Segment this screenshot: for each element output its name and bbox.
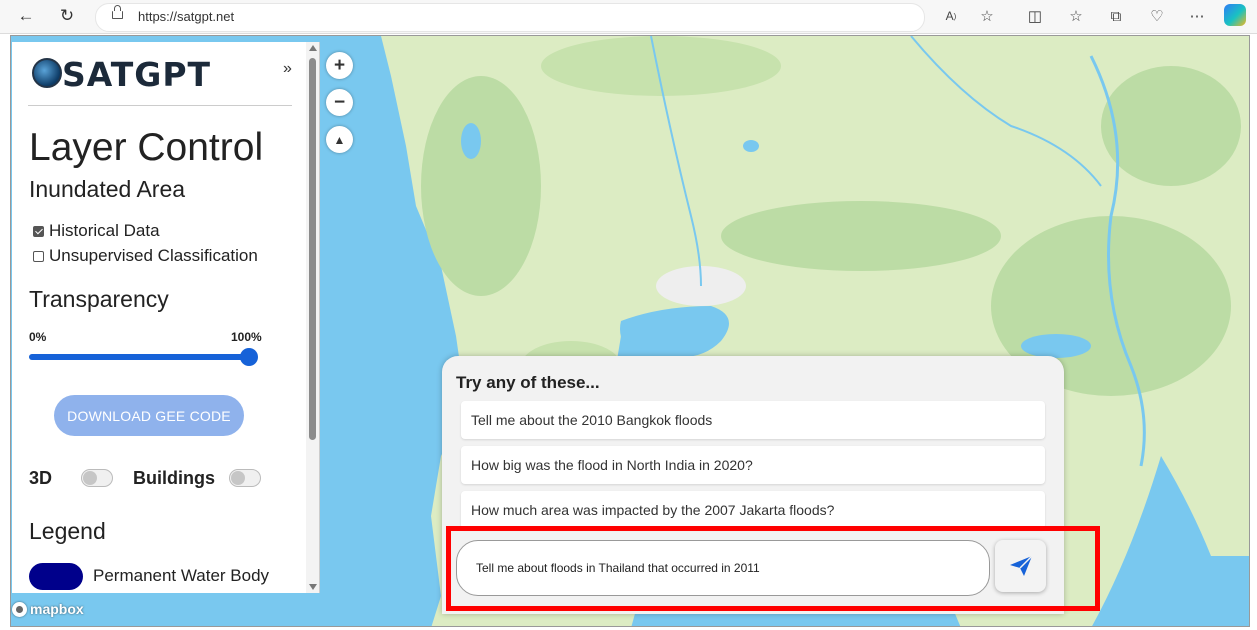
scroll-up-arrow-icon[interactable]	[309, 45, 317, 51]
mapbox-label: mapbox	[30, 601, 84, 617]
browser-essentials-icon[interactable]: ♡	[1146, 6, 1168, 26]
section-legend: Legend	[29, 518, 106, 544]
legend-swatch-permanent-water	[29, 563, 83, 590]
suggestion-item[interactable]: Tell me about the 2010 Bangkok floods	[461, 401, 1045, 439]
browser-toolbar: ← ↻ https://satgpt.net A) ☆ ◫ ☆ ⧉ ♡ ⋯	[0, 0, 1257, 34]
forest-north-east	[1101, 66, 1241, 186]
toggle-knob	[231, 471, 245, 485]
suggestion-item[interactable]: How big was the flood in North India in …	[461, 446, 1045, 484]
slider-thumb[interactable]	[240, 348, 258, 366]
more-icon[interactable]: ⋯	[1186, 6, 1208, 26]
favorites-icon[interactable]: ☆	[1065, 6, 1087, 26]
copilot-icon[interactable]	[1224, 4, 1246, 26]
scroll-down-arrow-icon[interactable]	[309, 584, 317, 590]
checkbox-unchecked-icon[interactable]	[33, 250, 44, 262]
address-bar[interactable]: https://satgpt.net	[95, 3, 925, 32]
checkbox-historical-data[interactable]: Historical Data	[33, 221, 160, 241]
read-aloud-icon[interactable]: A)	[940, 6, 962, 26]
south-china-sea	[1092, 456, 1249, 626]
collapse-panel-button[interactable]: »	[283, 60, 292, 78]
legend-label: Permanent Water Body	[93, 566, 270, 585]
forest-center	[721, 201, 1001, 271]
zoom-out-button[interactable]: −	[326, 89, 353, 116]
lock-icon[interactable]	[112, 5, 123, 19]
back-arrow-icon[interactable]: ←	[14, 5, 38, 27]
scroll-thumb[interactable]	[309, 58, 316, 440]
toggle-knob	[83, 471, 97, 485]
zoom-in-button[interactable]: +	[326, 52, 353, 79]
url-text: https://satgpt.net	[138, 9, 235, 24]
river-north	[910, 36, 1102, 187]
tonle-sap-lake	[1021, 334, 1091, 358]
refresh-icon[interactable]: ↻	[55, 5, 79, 27]
compass-icon[interactable]: ▲	[326, 126, 353, 153]
checkbox-checked-icon[interactable]	[33, 225, 44, 237]
lake-1	[461, 123, 481, 159]
toggle-3d-label: 3D	[29, 468, 53, 488]
mapbox-attribution[interactable]: mapbox	[12, 601, 84, 617]
panel-title: Layer Control	[29, 126, 264, 169]
panel-scrollbar[interactable]	[306, 42, 319, 593]
satgpt-logo: SATGPT	[32, 55, 292, 94]
transparency-slider[interactable]	[29, 348, 258, 366]
layer-control-panel: SATGPT » Layer Control Inundated Area Hi…	[12, 42, 320, 593]
input-highlight-box	[446, 526, 1100, 611]
checkbox-label: Historical Data	[49, 221, 160, 240]
section-inundated-area: Inundated Area	[29, 176, 186, 202]
suggestions-heading: Try any of these...	[456, 373, 600, 392]
slider-max-label: 100%	[231, 330, 262, 344]
split-screen-icon[interactable]: ◫	[1024, 6, 1046, 26]
slider-fill	[29, 354, 249, 360]
toggle-buildings-label: Buildings	[133, 468, 215, 488]
mapbox-logo-icon	[12, 601, 27, 617]
checkbox-label: Unsupervised Classification	[49, 246, 258, 265]
divider	[28, 105, 292, 106]
download-gee-code-button[interactable]: DOWNLOAD GEE CODE	[54, 395, 244, 436]
globe-logo-icon	[32, 58, 62, 88]
collections-icon[interactable]: ⧉	[1105, 6, 1127, 26]
slider-min-label: 0%	[29, 330, 47, 344]
favorite-star-icon[interactable]: ☆	[976, 6, 998, 26]
checkbox-unsupervised-classification[interactable]: Unsupervised Classification	[33, 246, 258, 266]
forest-west	[421, 76, 541, 296]
logo-text: SATGPT	[62, 55, 212, 94]
toggle-3d[interactable]	[81, 469, 113, 487]
suggestion-item[interactable]: How much area was impacted by the 2007 J…	[461, 491, 1045, 529]
section-transparency: Transparency	[29, 286, 169, 312]
toggle-buildings[interactable]	[229, 469, 261, 487]
lake-2	[743, 140, 759, 152]
